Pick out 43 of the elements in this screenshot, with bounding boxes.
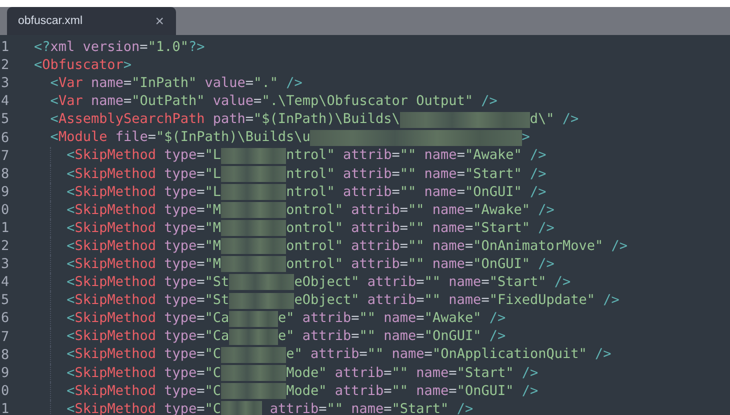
line-number: 0 [0,202,10,218]
line-number: 3 [0,75,10,92]
close-icon[interactable]: × [155,12,164,30]
code-line: <SkipMethod type="L ntrol" attrib="" name="Start" /> [66,166,546,182]
code-line: <SkipMethod type="C e" attrib="" name="OnApplicationQuit" /> [66,346,612,363]
code-line: <?xml version="1.0"?> [34,39,205,56]
code-line: <SkipMethod type="M ontrol" attrib="" name="Awake" /> [66,202,554,218]
line-number: 4 [0,274,10,290]
line-number: 8 [0,346,10,363]
code-line: <SkipMethod type="C Mode" attrib="" name="OnGUI" /> [66,382,538,399]
line-number: 0 [0,382,10,399]
line-number: 8 [0,166,10,182]
line-number: 5 [0,292,10,308]
code-line: <SkipMethod type="M ontrol" attrib="" name="OnAnimatorMove" /> [66,238,628,254]
line-number: 2 [0,57,10,74]
code-line: <SkipMethod type="M ontrol" attrib="" name="Start" /> [66,220,554,236]
line-number: 9 [0,364,10,381]
code-line: <Var name="InPath" value="." /> [50,75,302,92]
code-line: <AssemblySearchPath path="$(InPath)\Builds\ d\" /> [50,111,579,128]
code-line: <SkipMethod type="Ca e" attrib="" name="OnGUI" /> [66,328,506,345]
code-line: <SkipMethod type="St eObject" attrib="" name="Start" /> [66,274,571,290]
code-line: <SkipMethod type="C Mode" attrib="" name="Start" /> [66,364,538,381]
line-number: 6 [0,130,10,146]
code-line: <SkipMethod type="L ntrol" attrib="" name="Awake" /> [66,147,546,164]
code-line: <SkipMethod type="Ca e" attrib="" name="Awake" /> [66,310,506,327]
line-number: 5 [0,111,10,128]
line-number: 9 [0,184,10,200]
code-line: <Obfuscator> [34,57,132,74]
line-number: 7 [0,328,10,345]
line-number: 1 [0,39,10,56]
line-number: 1 [0,220,10,236]
line-number: 3 [0,256,10,272]
file-tab[interactable]: obfuscar.xml × [7,7,176,35]
line-number: 1 [0,400,10,415]
line-number: 2 [0,238,10,254]
line-number: 6 [0,310,10,326]
code-line: <Module file="$(InPath)\Builds\u > [50,129,530,146]
code-line: <SkipMethod type="St eObject" attrib="" name="FixedUpdate" /> [66,292,620,308]
code-line: <Var name="OutPath" value=".\Temp\Obfuscator Output" /> [50,93,498,110]
line-number: 4 [0,93,10,110]
code-line: <SkipMethod type="L ntrol" attrib="" name="OnGUI" /> [66,184,546,200]
code-line: <SkipMethod type="M ontrol" attrib="" name="OnGUI" /> [66,256,554,272]
line-number: 7 [0,148,10,164]
